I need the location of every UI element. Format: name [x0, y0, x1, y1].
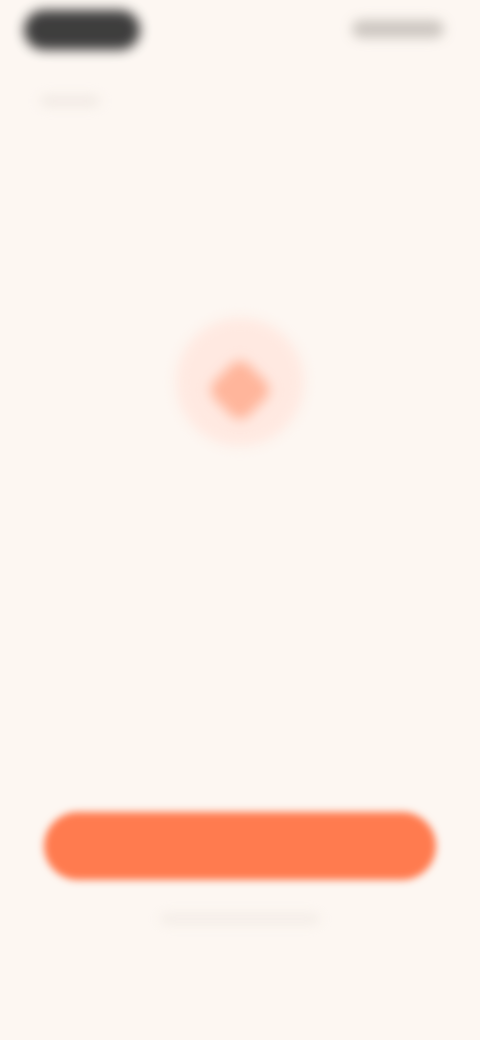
primary-cta-button[interactable] — [44, 812, 436, 880]
hero-section — [0, 318, 480, 618]
status-pill-right — [352, 20, 444, 38]
status-pill-left — [24, 10, 140, 50]
footer-placeholder — [160, 914, 320, 924]
onboarding-screen — [0, 0, 480, 1040]
top-caption-placeholder — [40, 96, 100, 106]
top-bar — [24, 10, 444, 50]
